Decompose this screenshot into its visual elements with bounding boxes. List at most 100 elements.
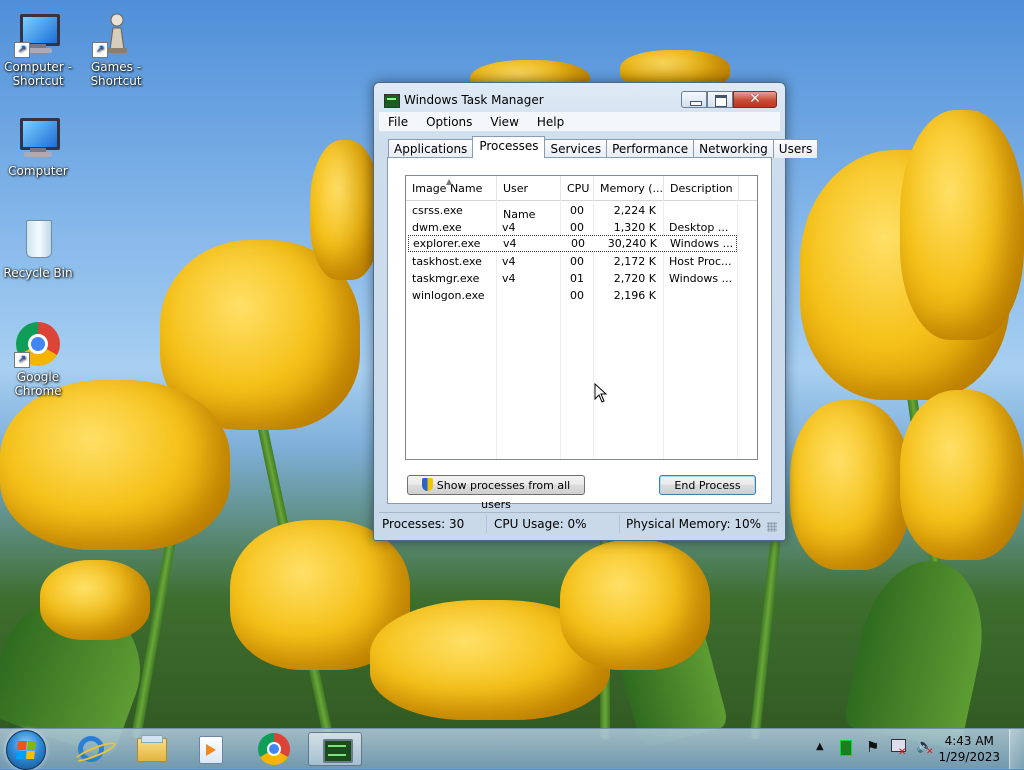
tab-networking[interactable]: Networking <box>693 139 774 158</box>
close-icon: ✕ <box>749 91 761 107</box>
process-cpu: 01 <box>570 272 584 285</box>
taskbar-google-chrome[interactable] <box>246 732 300 766</box>
column-divider <box>737 200 738 459</box>
column-image-name[interactable]: ▲ Image Name <box>406 176 497 200</box>
window-title: Windows Task Manager <box>404 93 544 107</box>
status-bar: Processes: 30 CPU Usage: 0% Physical Mem… <box>379 512 780 535</box>
process-memory: 1,320 K <box>613 221 656 234</box>
process-row-taskhost[interactable]: taskhost.exe v4 00 2,172 K Host Proc... <box>406 253 757 270</box>
process-image-name: csrss.exe <box>412 204 463 217</box>
process-row-dwm[interactable]: dwm.exe v4 00 1,320 K Desktop ... <box>406 219 757 236</box>
tab-services[interactable]: Services <box>544 139 608 158</box>
menu-options[interactable]: Options <box>417 115 481 129</box>
process-row-explorer-selected[interactable]: explorer.exe v4 00 30,240 K Windows ... <box>408 235 737 252</box>
status-physical-memory: Physical Memory: 10% <box>626 517 762 531</box>
minimize-button[interactable] <box>681 91 707 108</box>
internet-explorer-icon <box>78 736 104 762</box>
shortcut-arrow-icon: ↗ <box>14 352 30 368</box>
process-description: Windows ... <box>670 237 734 250</box>
chrome-icon <box>258 733 290 765</box>
tab-users[interactable]: Users <box>772 139 819 158</box>
column-memory[interactable]: Memory (... <box>594 176 664 200</box>
process-cpu: 00 <box>570 289 584 302</box>
process-image-name: taskhost.exe <box>412 255 482 268</box>
tab-applications[interactable]: Applications <box>388 139 474 158</box>
process-user-name: v4 <box>502 272 516 285</box>
desktop-icon-games-shortcut[interactable]: ↗ Games - Shortcut <box>78 10 154 88</box>
processes-panel: ▲ Image Name User Name CPU Memory (... D… <box>387 157 772 511</box>
desktop-icon-computer-shortcut[interactable]: ↗ Computer - Shortcut <box>0 10 76 88</box>
taskbar-media-player[interactable] <box>184 732 238 766</box>
task-manager-window[interactable]: Windows Task Manager ✕ File Options View… <box>373 82 819 541</box>
menu-file[interactable]: File <box>379 115 417 129</box>
tab-processes[interactable]: Processes <box>472 136 546 158</box>
menu-help[interactable]: Help <box>528 115 573 129</box>
maximize-button[interactable] <box>707 91 733 108</box>
tab-performance[interactable]: Performance <box>606 139 695 158</box>
task-manager-icon <box>323 739 353 763</box>
desktop-icon-label: Computer - <box>4 60 72 74</box>
process-image-name: taskmgr.exe <box>412 272 480 285</box>
start-button[interactable] <box>6 730 46 770</box>
process-cpu: 00 <box>571 237 585 250</box>
process-image-name: dwm.exe <box>412 221 462 234</box>
process-row-csrss[interactable]: csrss.exe 00 2,224 K <box>406 202 757 219</box>
tab-strip: Applications Processes Services Performa… <box>388 136 819 158</box>
show-desktop-button[interactable] <box>1009 729 1024 769</box>
process-row-taskmgr[interactable]: taskmgr.exe v4 01 2,720 K Windows ... <box>406 270 757 287</box>
process-cpu: 00 <box>570 255 584 268</box>
show-hidden-icons-icon[interactable]: ▲ <box>816 741 824 752</box>
column-description[interactable]: Description <box>664 176 739 200</box>
clock-time: 4:43 AM <box>944 734 994 748</box>
process-image-name: winlogon.exe <box>412 289 485 302</box>
shortcut-arrow-icon: ↗ <box>14 42 30 58</box>
show-all-processes-button[interactable]: Show processes from all users <box>407 475 585 511</box>
windows-logo-icon <box>16 741 36 759</box>
menu-bar: File Options View Help <box>379 112 780 132</box>
process-description: Windows ... <box>669 272 733 285</box>
taskbar-task-manager[interactable] <box>308 732 362 766</box>
process-list[interactable]: ▲ Image Name User Name CPU Memory (... D… <box>405 175 758 460</box>
task-manager-icon <box>384 94 400 108</box>
menu-view[interactable]: View <box>481 115 527 129</box>
computer-icon: ↗ <box>14 10 62 58</box>
minimize-icon <box>690 101 702 106</box>
end-process-button[interactable]: End Process <box>659 475 756 495</box>
resize-grip-icon[interactable] <box>767 522 777 532</box>
process-row-winlogon[interactable]: winlogon.exe 00 2,196 K <box>406 287 757 304</box>
desktop-icon-label: Chrome <box>14 384 62 398</box>
chess-piece-icon: ↗ <box>92 10 140 58</box>
column-cpu[interactable]: CPU <box>561 176 594 200</box>
status-processes: Processes: 30 <box>379 515 487 533</box>
process-list-header: ▲ Image Name User Name CPU Memory (... D… <box>406 176 757 221</box>
process-cpu: 00 <box>570 204 584 217</box>
clock-date: 1/29/2023 <box>938 750 1000 764</box>
sort-ascending-icon: ▲ <box>446 177 453 186</box>
taskbar-windows-explorer[interactable] <box>124 732 178 766</box>
maximize-icon <box>715 95 727 107</box>
desktop-icon-recycle-bin[interactable]: Recycle Bin <box>0 216 76 280</box>
process-memory: 30,240 K <box>607 237 657 250</box>
desktop-icon-computer[interactable]: Computer <box>0 114 76 178</box>
uac-shield-icon <box>421 478 433 491</box>
desktop-icon-label: Recycle Bin <box>3 266 73 280</box>
process-image-name: explorer.exe <box>413 237 481 250</box>
taskbar-internet-explorer[interactable] <box>64 732 118 766</box>
process-user-name: v4 <box>502 221 516 234</box>
close-button[interactable]: ✕ <box>733 91 777 108</box>
column-user-name[interactable]: User Name <box>497 176 561 221</box>
desktop-icon-label: Games - <box>90 60 142 74</box>
network-error-icon: ✕ <box>898 747 907 758</box>
clock[interactable]: 4:43 AM 1/29/2023 <box>938 733 1000 765</box>
desktop-icon-label: Shortcut <box>90 74 142 88</box>
title-bar[interactable]: Windows Task Manager ✕ <box>374 83 785 111</box>
desktop-icon-label: Computer <box>8 164 68 178</box>
desktop-icon-label: Shortcut <box>12 74 64 88</box>
desktop-icon-google-chrome[interactable]: ↗ Google Chrome <box>0 320 76 398</box>
process-memory: 2,720 K <box>613 272 656 285</box>
process-activity-icon[interactable] <box>840 740 852 756</box>
folder-icon <box>137 735 167 762</box>
desktop-icon-label: Google <box>16 370 60 384</box>
action-center-flag-icon[interactable]: ⚑ <box>866 738 879 756</box>
show-all-processes-label: Show processes from all users <box>436 479 571 511</box>
